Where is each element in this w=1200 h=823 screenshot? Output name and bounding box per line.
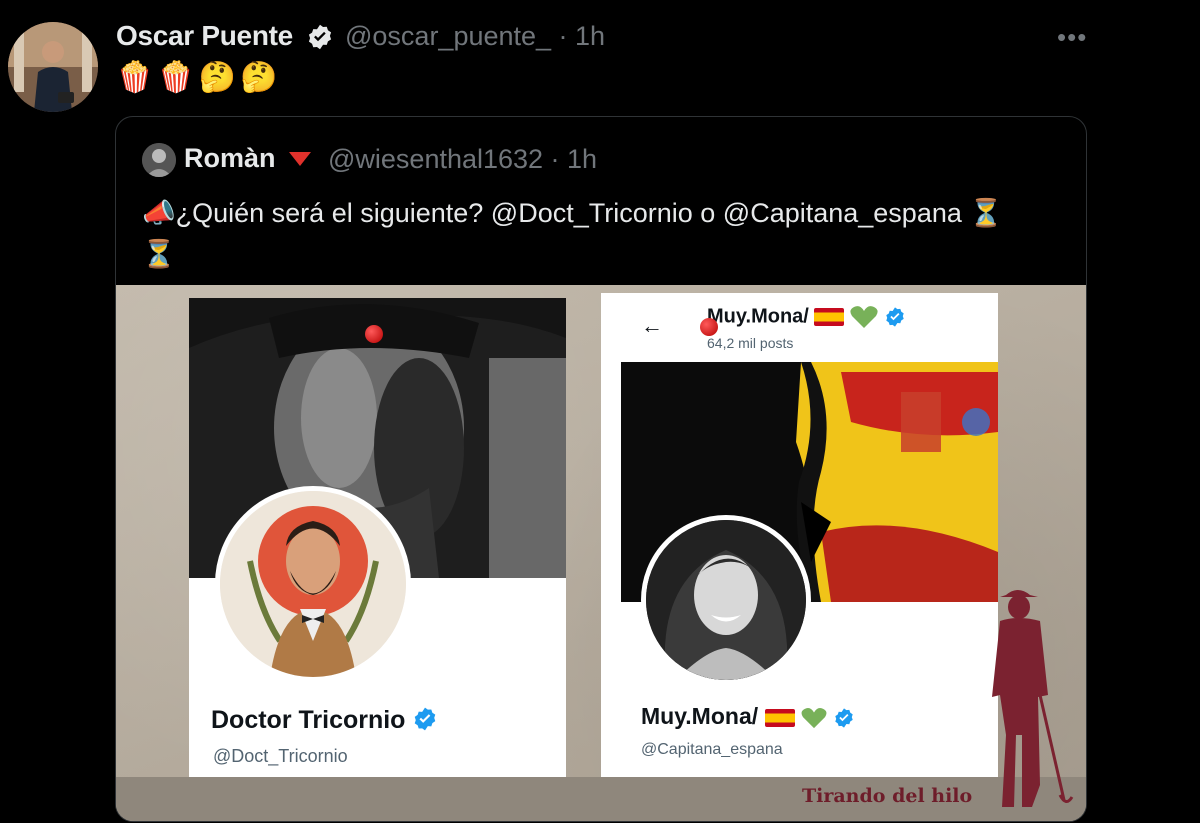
quoted-tweet-text: 📣¿Quién será el siguiente? @Doct_Tricorn… [142, 193, 1072, 275]
profile-display-name: Muy.Mona/ [641, 703, 855, 730]
author-name[interactable]: Oscar Puente [116, 20, 293, 52]
profile-avatar [641, 515, 811, 685]
hourglass-icon: ⏳ [969, 198, 1004, 229]
profile-handle: @Doct_Tricornio [213, 746, 348, 766]
quoted-media-image[interactable]: Doctor Tricornio @Doct_Tricornio ← Muy.M… [116, 285, 1086, 821]
green-heart-icon [850, 306, 878, 328]
verified-badge-icon [415, 707, 436, 731]
hourglass-icon: ⏳ [142, 239, 176, 270]
red-pin-icon [700, 318, 718, 336]
spain-flag-icon [764, 708, 795, 727]
author-handle-time[interactable]: @oscar_puente_ · 1h [345, 21, 605, 52]
profile-post-count: 64,2 mil posts [707, 335, 794, 351]
detective-silhouette-icon [992, 590, 1074, 807]
more-horizontal-icon[interactable]: ••• [1057, 22, 1087, 53]
profile-header-name: Muy.Mona/ [707, 305, 906, 329]
spain-flag-icon [814, 308, 845, 326]
tweet-text: 🍿🍿🤔🤔 [116, 60, 282, 95]
verified-badge-icon [308, 24, 332, 50]
quoted-author-handle-time: @wiesenthal1632 · 1h [328, 144, 598, 174]
quoted-author-avatar [142, 143, 176, 177]
profile-avatar [215, 486, 411, 682]
quoted-author-name: Romàn [184, 143, 276, 173]
profile-card-doctor-tricornio: Doctor Tricornio @Doct_Tricornio [189, 298, 566, 778]
quoted-tweet[interactable]: Romàn @wiesenthal1632 · 1h 📣¿Quién será … [115, 116, 1087, 822]
profile-card-capitana-espana: ← Muy.Mona/ 64,2 mil posts Muy.Mona/ @Ca… [601, 293, 998, 778]
back-arrow-icon: ← [641, 313, 663, 338]
profile-display-name: Doctor Tricornio [211, 706, 438, 735]
author-avatar[interactable] [8, 22, 98, 112]
verified-badge-icon [885, 307, 904, 327]
red-pin-icon [365, 325, 383, 343]
watermark-text: Tirando del hilo [802, 785, 973, 807]
green-heart-icon [801, 707, 827, 729]
verified-badge-icon [835, 708, 854, 728]
profile-handle: @Capitana_espana [641, 741, 783, 758]
megaphone-icon: 📣 [142, 198, 176, 229]
red-triangle-icon [289, 152, 311, 166]
quoted-text-body: ¿Quién será el siguiente? @Doct_Tricorni… [175, 198, 962, 228]
